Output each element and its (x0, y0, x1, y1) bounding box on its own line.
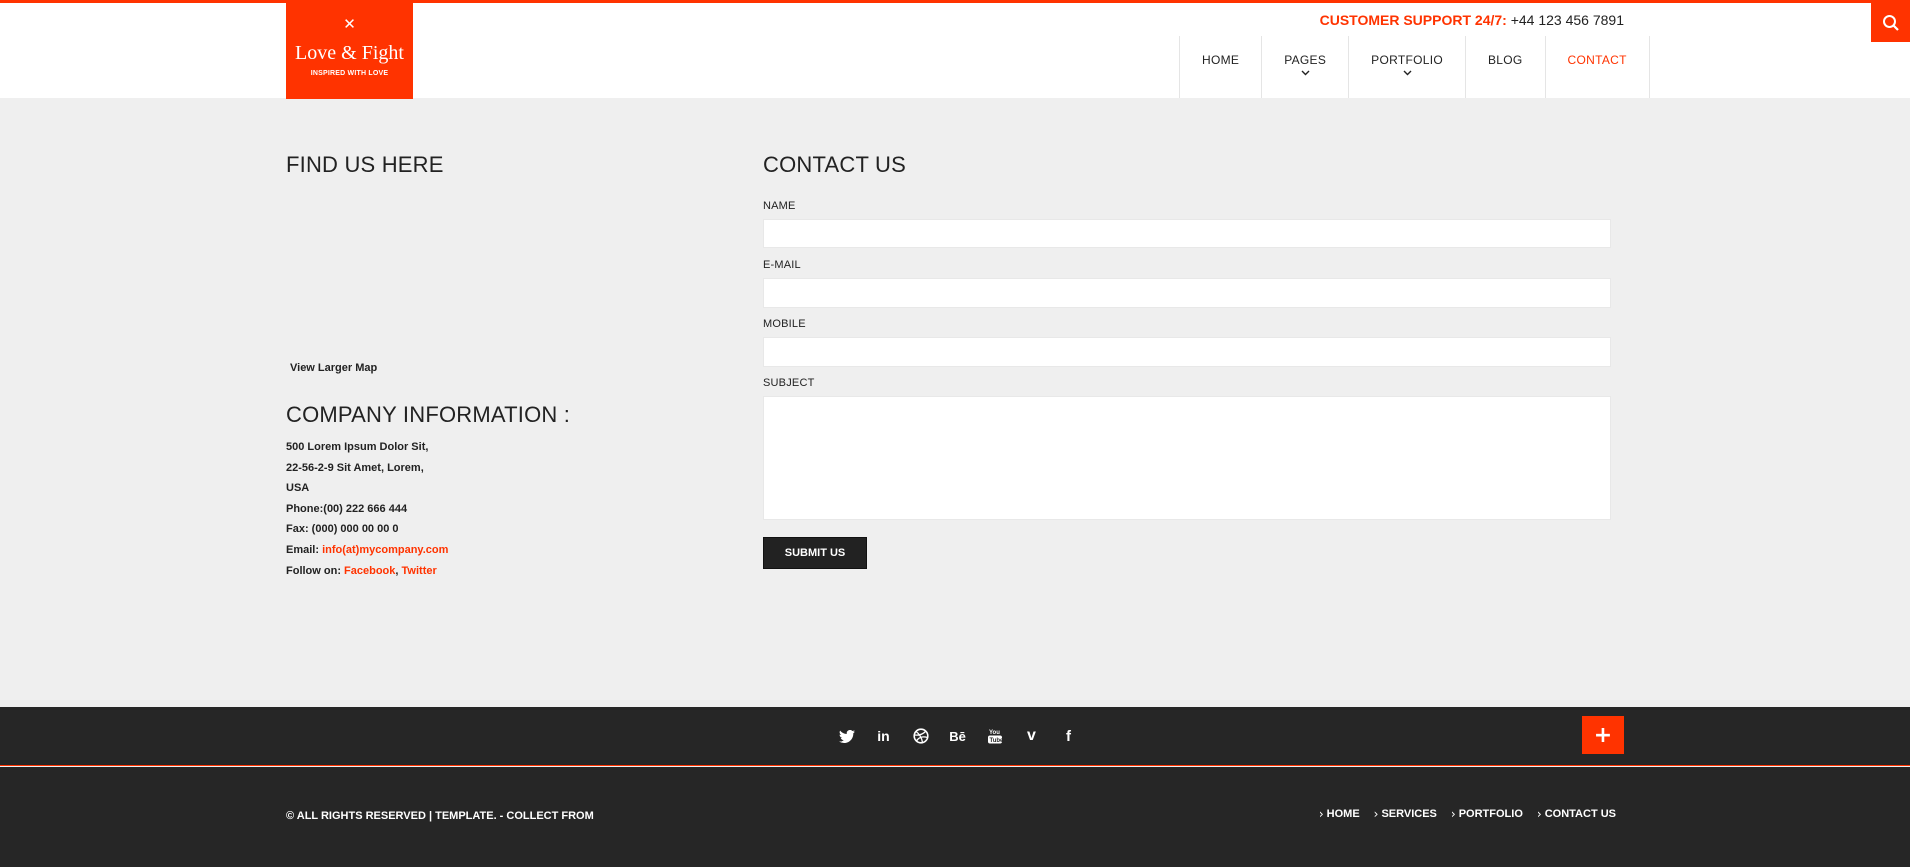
address-line-2: 22-56-2-9 Sit Amet, Lorem, (286, 461, 424, 474)
chevron-right-icon: › (1536, 807, 1542, 821)
address-line-1: 500 Lorem Ipsum Dolor Sit, (286, 441, 429, 453)
facebook-link[interactable]: Facebook (344, 565, 395, 577)
phone: Phone:(00) 222 666 444 (286, 502, 408, 515)
address-line-3: USA (286, 482, 310, 495)
nav-item-portfolio[interactable]: PORTFOLIO (1349, 36, 1466, 98)
footer-link-portfolio[interactable]: › PORTFOLIO (1451, 807, 1523, 821)
chevron-down-icon (1301, 70, 1310, 76)
behance-icon[interactable]: Bē (939, 724, 976, 748)
footer-link-contact[interactable]: › CONTACT US (1537, 807, 1616, 821)
follow-label: Follow on: (286, 564, 345, 577)
logo-tagline: INSPIRED WITH LOVE (310, 70, 389, 77)
expand-plus-button[interactable]: + (1582, 716, 1624, 754)
svg-text:You: You (989, 730, 1000, 736)
logo-brand-text: Love & Fight (295, 42, 404, 64)
search-icon (1882, 14, 1899, 31)
youtube-icon[interactable]: You Tube (976, 724, 1013, 748)
fax: Fax: (000) 000 00 00 0 (286, 523, 399, 536)
footer-social-bar: in Bē You Tube v f + (0, 707, 1910, 766)
company-info: 500 Lorem Ipsum Dolor Sit, 22-56-2-9 Sit… (286, 437, 448, 581)
support-label: CUSTOMER SUPPORT 24/7: (1319, 12, 1507, 28)
email-label: Email: (286, 543, 323, 556)
contact-title: CONTACT US (763, 152, 906, 177)
subject-field[interactable] (763, 396, 1611, 520)
submit-button[interactable]: SUBMIT US (763, 537, 867, 569)
chevron-right-icon: › (1373, 807, 1379, 821)
twitter-link[interactable]: Twitter (402, 565, 437, 577)
chevron-right-icon: › (1450, 807, 1456, 821)
social-links: in Bē You Tube v f (828, 724, 1087, 748)
linkedin-icon[interactable]: in (865, 724, 902, 748)
mobile-field[interactable] (763, 337, 1611, 367)
follow-row: Follow on: Facebook, Twitter (286, 561, 448, 582)
nav-item-label: PAGES (1284, 53, 1327, 67)
support-phone[interactable]: +44 123 456 7891 (1507, 12, 1624, 28)
customer-support: CUSTOMER SUPPORT 24/7: +44 123 456 7891 (1320, 12, 1624, 28)
logo[interactable]: ✕ Love & Fight INSPIRED WITH LOVE (286, 3, 413, 99)
dribbble-icon[interactable] (902, 724, 939, 748)
footer-nav: › HOME › SERVICES › PORTFOLIO › CONTACT US (1319, 807, 1616, 821)
company-info-title: COMPANY INFORMATION : (286, 402, 571, 427)
subject-label: SUBJECT (763, 377, 815, 389)
email-field[interactable] (763, 278, 1611, 308)
svg-text:Tube: Tube (989, 738, 1003, 744)
chevron-down-icon (1403, 70, 1412, 76)
nav-item-blog[interactable]: BLOG (1466, 36, 1546, 98)
nav-item-contact[interactable]: CONTACT (1546, 36, 1650, 98)
email-row: Email: info(at)mycompany.com (286, 540, 448, 561)
footer-link-label: HOME (1326, 808, 1360, 820)
search-button[interactable] (1871, 3, 1910, 42)
footer-link-label: PORTFOLIO (1458, 808, 1523, 820)
nav-item-pages[interactable]: PAGES (1262, 36, 1350, 98)
name-label: NAME (763, 200, 796, 212)
footer-bottom: © ALL RIGHTS RESERVED | TEMPLATE. - COLL… (0, 767, 1910, 867)
copyright: © ALL RIGHTS RESERVED | TEMPLATE. - COLL… (286, 810, 594, 822)
find-us-title: FIND US HERE (286, 152, 444, 177)
footer-link-home[interactable]: › HOME (1319, 807, 1360, 821)
view-larger-map-link[interactable]: View Larger Map (290, 362, 377, 374)
main-nav: HOME PAGES PORTFOLIO BLOG CONTACT (1179, 36, 1650, 98)
footer-link-services[interactable]: › SERVICES (1374, 807, 1437, 821)
logo-mark-icon: ✕ (343, 15, 356, 33)
vimeo-icon[interactable]: v (1013, 724, 1050, 748)
site-header: ✕ Love & Fight INSPIRED WITH LOVE CUSTOM… (0, 3, 1910, 99)
chevron-right-icon: › (1318, 807, 1324, 821)
twitter-icon[interactable] (828, 724, 865, 748)
nav-item-home[interactable]: HOME (1180, 36, 1263, 98)
email-link[interactable]: info(at)mycompany.com (322, 544, 448, 556)
footer-link-label: SERVICES (1381, 808, 1437, 820)
nav-item-label: BLOG (1488, 53, 1523, 67)
facebook-icon[interactable]: f (1050, 724, 1087, 748)
nav-item-label: CONTACT (1567, 53, 1627, 67)
footer-link-label: CONTACT US (1544, 808, 1616, 820)
nav-item-label: HOME (1202, 53, 1240, 67)
mobile-label: MOBILE (763, 318, 806, 330)
nav-item-label: PORTFOLIO (1371, 53, 1443, 67)
name-field[interactable] (763, 219, 1611, 248)
email-field-label: E-MAIL (763, 259, 801, 271)
